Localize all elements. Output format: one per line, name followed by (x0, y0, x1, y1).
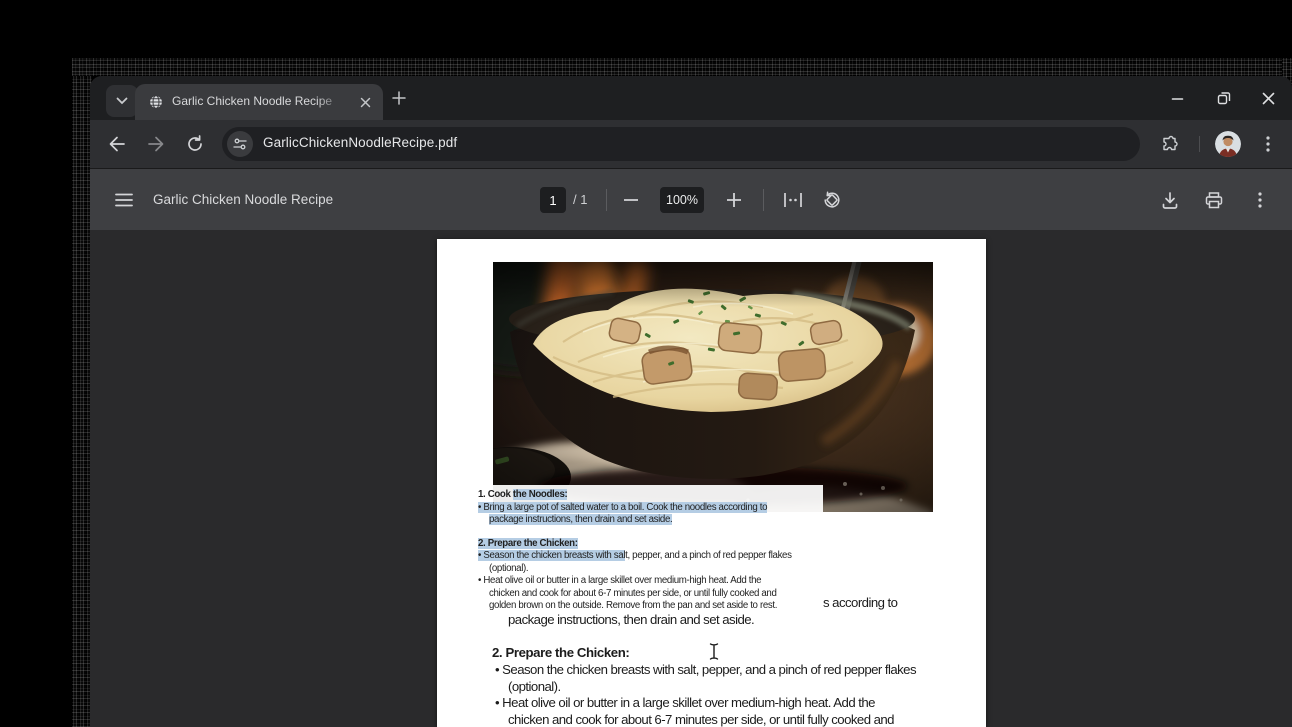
pdf-more-button[interactable] (1244, 184, 1276, 216)
fit-to-width-icon (784, 193, 802, 207)
hamburger-menu-icon (115, 193, 133, 207)
fit-to-width-button[interactable] (777, 184, 809, 216)
pdf-text-line[interactable]: • Season the chicken breasts with salt, … (495, 662, 916, 677)
pdf-menu-button[interactable] (108, 184, 140, 216)
ghost-line: (optional). (478, 563, 823, 576)
recipe-photo (493, 262, 933, 512)
minus-icon (624, 199, 638, 201)
minimize-icon (1171, 92, 1184, 105)
rotate-button[interactable] (816, 184, 848, 216)
pdf-document-title: Garlic Chicken Noodle Recipe (153, 192, 333, 207)
screen-noise-left (72, 58, 92, 727)
ghost-line: 1. Cook the Noodles: (478, 489, 823, 502)
ghost-line: golden brown on the outside. Remove from… (478, 600, 823, 613)
screen-noise-top (72, 58, 1292, 76)
pdf-text-line[interactable]: • Heat olive oil or butter in a large sk… (495, 695, 875, 710)
drag-ghost-selection: 1. Cook the Noodles:• Bring a large pot … (476, 485, 823, 613)
plus-icon (392, 91, 406, 105)
download-button[interactable] (1154, 184, 1186, 216)
tab-strip: Garlic Chicken Noodle Recipe (90, 76, 1292, 120)
window-restore-button[interactable] (1209, 84, 1239, 112)
reload-button[interactable] (178, 127, 212, 161)
tune-sliders-icon (233, 138, 247, 150)
address-bar[interactable]: GarlicChickenNoodleRecipe.pdf (222, 127, 1140, 161)
tab-garlic-chicken-noodle-recipe[interactable]: Garlic Chicken Noodle Recipe (135, 84, 383, 120)
restore-icon (1217, 91, 1231, 105)
close-icon (1262, 92, 1275, 105)
pdf-toolbar: Garlic Chicken Noodle Recipe / 1 100% (90, 168, 1292, 230)
kebab-menu-icon (1258, 192, 1262, 208)
pdf-text-line[interactable]: s according to (823, 595, 897, 610)
plus-icon (727, 193, 741, 207)
reload-icon (186, 135, 204, 153)
forward-arrow-icon (147, 136, 165, 152)
pdf-viewport[interactable]: s according to package instructions, the… (90, 230, 1292, 727)
ghost-line: • Heat olive oil or butter in a large sk… (478, 575, 823, 588)
forward-button[interactable] (139, 127, 173, 161)
ghost-line: package instructions, then drain and set… (478, 514, 823, 527)
ghost-line: • Season the chicken breasts with salt, … (478, 550, 823, 563)
screen: Garlic Chicken Noodle Recipe (0, 0, 1292, 727)
browser-menu-button[interactable] (1251, 127, 1285, 161)
tab-search-button[interactable] (106, 85, 138, 117)
ghost-line: 2. Prepare the Chicken: (478, 538, 823, 551)
close-icon (360, 97, 371, 108)
tab-close-button[interactable] (357, 94, 373, 110)
window-close-button[interactable] (1253, 84, 1283, 112)
window-minimize-button[interactable] (1162, 84, 1192, 112)
browser-window: Garlic Chicken Noodle Recipe (90, 76, 1292, 727)
page-count-label: / 1 (573, 192, 587, 207)
ghost-line: • Bring a large pot of salted water to a… (478, 502, 823, 515)
avatar (1215, 131, 1241, 157)
pdf-text-line[interactable]: chicken and cook for about 6-7 minutes p… (508, 712, 894, 727)
page-number-input[interactable] (540, 187, 566, 213)
puzzle-icon (1161, 135, 1179, 153)
new-tab-button[interactable] (385, 84, 413, 112)
pdf-page[interactable]: s according to package instructions, the… (437, 239, 986, 727)
extensions-button[interactable] (1153, 127, 1187, 161)
pdf-text-line[interactable]: (optional). (508, 679, 561, 694)
ghost-line: chicken and cook for about 6-7 minutes p… (478, 588, 823, 601)
back-button[interactable] (100, 127, 134, 161)
chevron-down-icon (116, 97, 128, 105)
profile-button[interactable] (1211, 127, 1245, 161)
zoom-out-button[interactable] (615, 184, 647, 216)
tab-title: Garlic Chicken Noodle Recipe (172, 94, 348, 110)
zoom-level: 100% (660, 187, 704, 213)
back-arrow-icon (108, 136, 126, 152)
globe-favicon-icon (148, 94, 164, 110)
print-icon (1205, 192, 1223, 209)
navigation-toolbar: GarlicChickenNoodleRecipe.pdf (90, 120, 1292, 168)
pdf-toolbar-separator (606, 189, 607, 211)
url-text: GarlicChickenNoodleRecipe.pdf (263, 135, 457, 150)
pdf-text-line[interactable]: package instructions, then drain and set… (508, 612, 754, 627)
text-cursor-i-beam-icon (708, 643, 720, 660)
site-info-button[interactable] (227, 131, 253, 157)
pdf-text-heading[interactable]: 2. Prepare the Chicken: (492, 645, 629, 660)
print-button[interactable] (1198, 184, 1230, 216)
rotate-ccw-icon (823, 191, 841, 209)
toolbar-separator (1199, 136, 1200, 152)
zoom-in-button[interactable] (718, 184, 750, 216)
download-icon (1162, 192, 1178, 209)
pdf-toolbar-separator (763, 189, 764, 211)
kebab-menu-icon (1266, 136, 1270, 152)
